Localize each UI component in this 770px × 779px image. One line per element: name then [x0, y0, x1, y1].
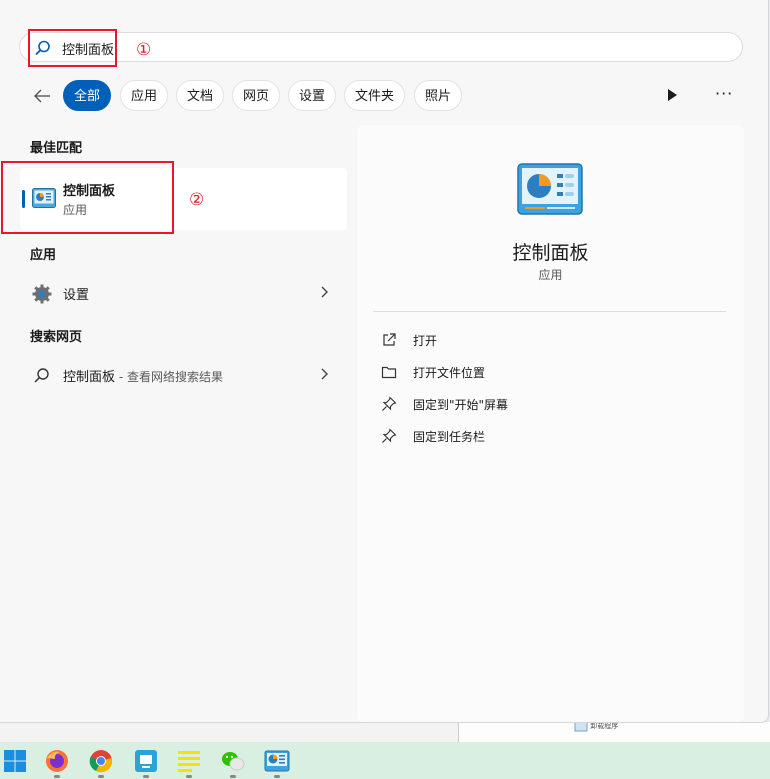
taskbar [0, 742, 770, 779]
running-indicator [186, 775, 192, 778]
pin-icon [382, 428, 397, 443]
filter-photos[interactable]: 照片 [414, 80, 463, 111]
settings-gear-icon [32, 284, 52, 304]
section-apps: 应用 [30, 248, 57, 263]
web-search-suffix: - 查看网络搜索结果 [115, 370, 223, 384]
detail-pane: 控制面板 应用 打开 打开文件位置 固定到"开始"屏幕 固定到任务栏 [357, 125, 744, 722]
taskbar-control-panel[interactable] [264, 748, 290, 778]
action-pin-to-start-label: 固定到"开始"屏幕 [413, 398, 509, 412]
filter-folders[interactable]: 文件夹 [344, 80, 406, 111]
running-indicator [274, 775, 280, 778]
annotation-step-2: ② [189, 190, 205, 210]
action-pin-to-start[interactable]: 固定到"开始"屏幕 [381, 393, 721, 417]
more-options-button[interactable]: ··· [715, 84, 733, 103]
back-arrow-icon[interactable] [30, 84, 54, 108]
background-uninstall-label: 卸载程序 [590, 722, 619, 730]
wechat-icon [222, 752, 245, 771]
firefox-icon [46, 750, 68, 772]
annotation-box-1 [28, 29, 117, 67]
control-panel-icon [517, 163, 583, 215]
taskbar-firefox[interactable] [44, 748, 70, 778]
action-pin-to-taskbar-label: 固定到任务栏 [413, 430, 486, 444]
running-indicator [143, 775, 149, 778]
filter-all[interactable]: 全部 [63, 80, 112, 111]
control-panel-icon [264, 750, 290, 772]
chevron-right-icon [321, 286, 328, 298]
open-external-icon [383, 333, 396, 346]
web-search-label: 控制面板 - 查看网络搜索结果 [63, 366, 223, 385]
filter-settings[interactable]: 设置 [288, 80, 337, 111]
running-indicator [98, 775, 104, 778]
list-item-settings[interactable]: 设置 [20, 275, 347, 311]
search-icon [34, 368, 49, 383]
section-web-search: 搜索网页 [30, 330, 83, 345]
windows-start-icon[interactable] [2, 748, 28, 774]
annotation-box-2 [1, 161, 174, 234]
annotation-step-1: ① [136, 40, 152, 60]
action-open-file-location[interactable]: 打开文件位置 [381, 361, 721, 385]
detail-subtitle: 应用 [538, 268, 563, 282]
section-best-match: 最佳匹配 [30, 141, 83, 156]
filter-apps[interactable]: 应用 [120, 80, 169, 111]
taskbar-wechat[interactable] [220, 748, 246, 778]
filter-documents[interactable]: 文档 [176, 80, 225, 111]
app-icon [135, 750, 157, 772]
running-indicator [230, 775, 236, 778]
play-icon[interactable] [664, 87, 680, 103]
chevron-right-icon [321, 368, 328, 380]
detail-divider [373, 311, 726, 312]
running-indicator [54, 775, 60, 778]
chrome-icon [89, 750, 112, 773]
taskbar-chrome[interactable] [88, 748, 114, 778]
detail-title: 控制面板 [512, 242, 589, 264]
start-search-panel: 控制面板 ① 全部 应用 文档 网页 设置 文件夹 照片 ··· 最佳匹配 控制… [0, 0, 769, 723]
action-pin-to-taskbar[interactable]: 固定到任务栏 [381, 425, 721, 449]
action-open-file-location-label: 打开文件位置 [413, 366, 486, 380]
action-open[interactable]: 打开 [381, 329, 721, 353]
web-search-query: 控制面板 [63, 370, 116, 385]
filter-web[interactable]: 网页 [232, 80, 281, 111]
pin-icon [382, 396, 397, 411]
notes-icon [178, 751, 200, 772]
search-box[interactable]: 控制面板 [19, 32, 743, 62]
taskbar-app[interactable] [133, 748, 159, 778]
folder-icon [381, 366, 397, 379]
action-open-label: 打开 [413, 334, 438, 348]
taskbar-notes[interactable] [176, 748, 202, 778]
settings-label: 设置 [63, 288, 90, 303]
list-item-web-search[interactable]: 控制面板 - 查看网络搜索结果 [20, 357, 347, 393]
